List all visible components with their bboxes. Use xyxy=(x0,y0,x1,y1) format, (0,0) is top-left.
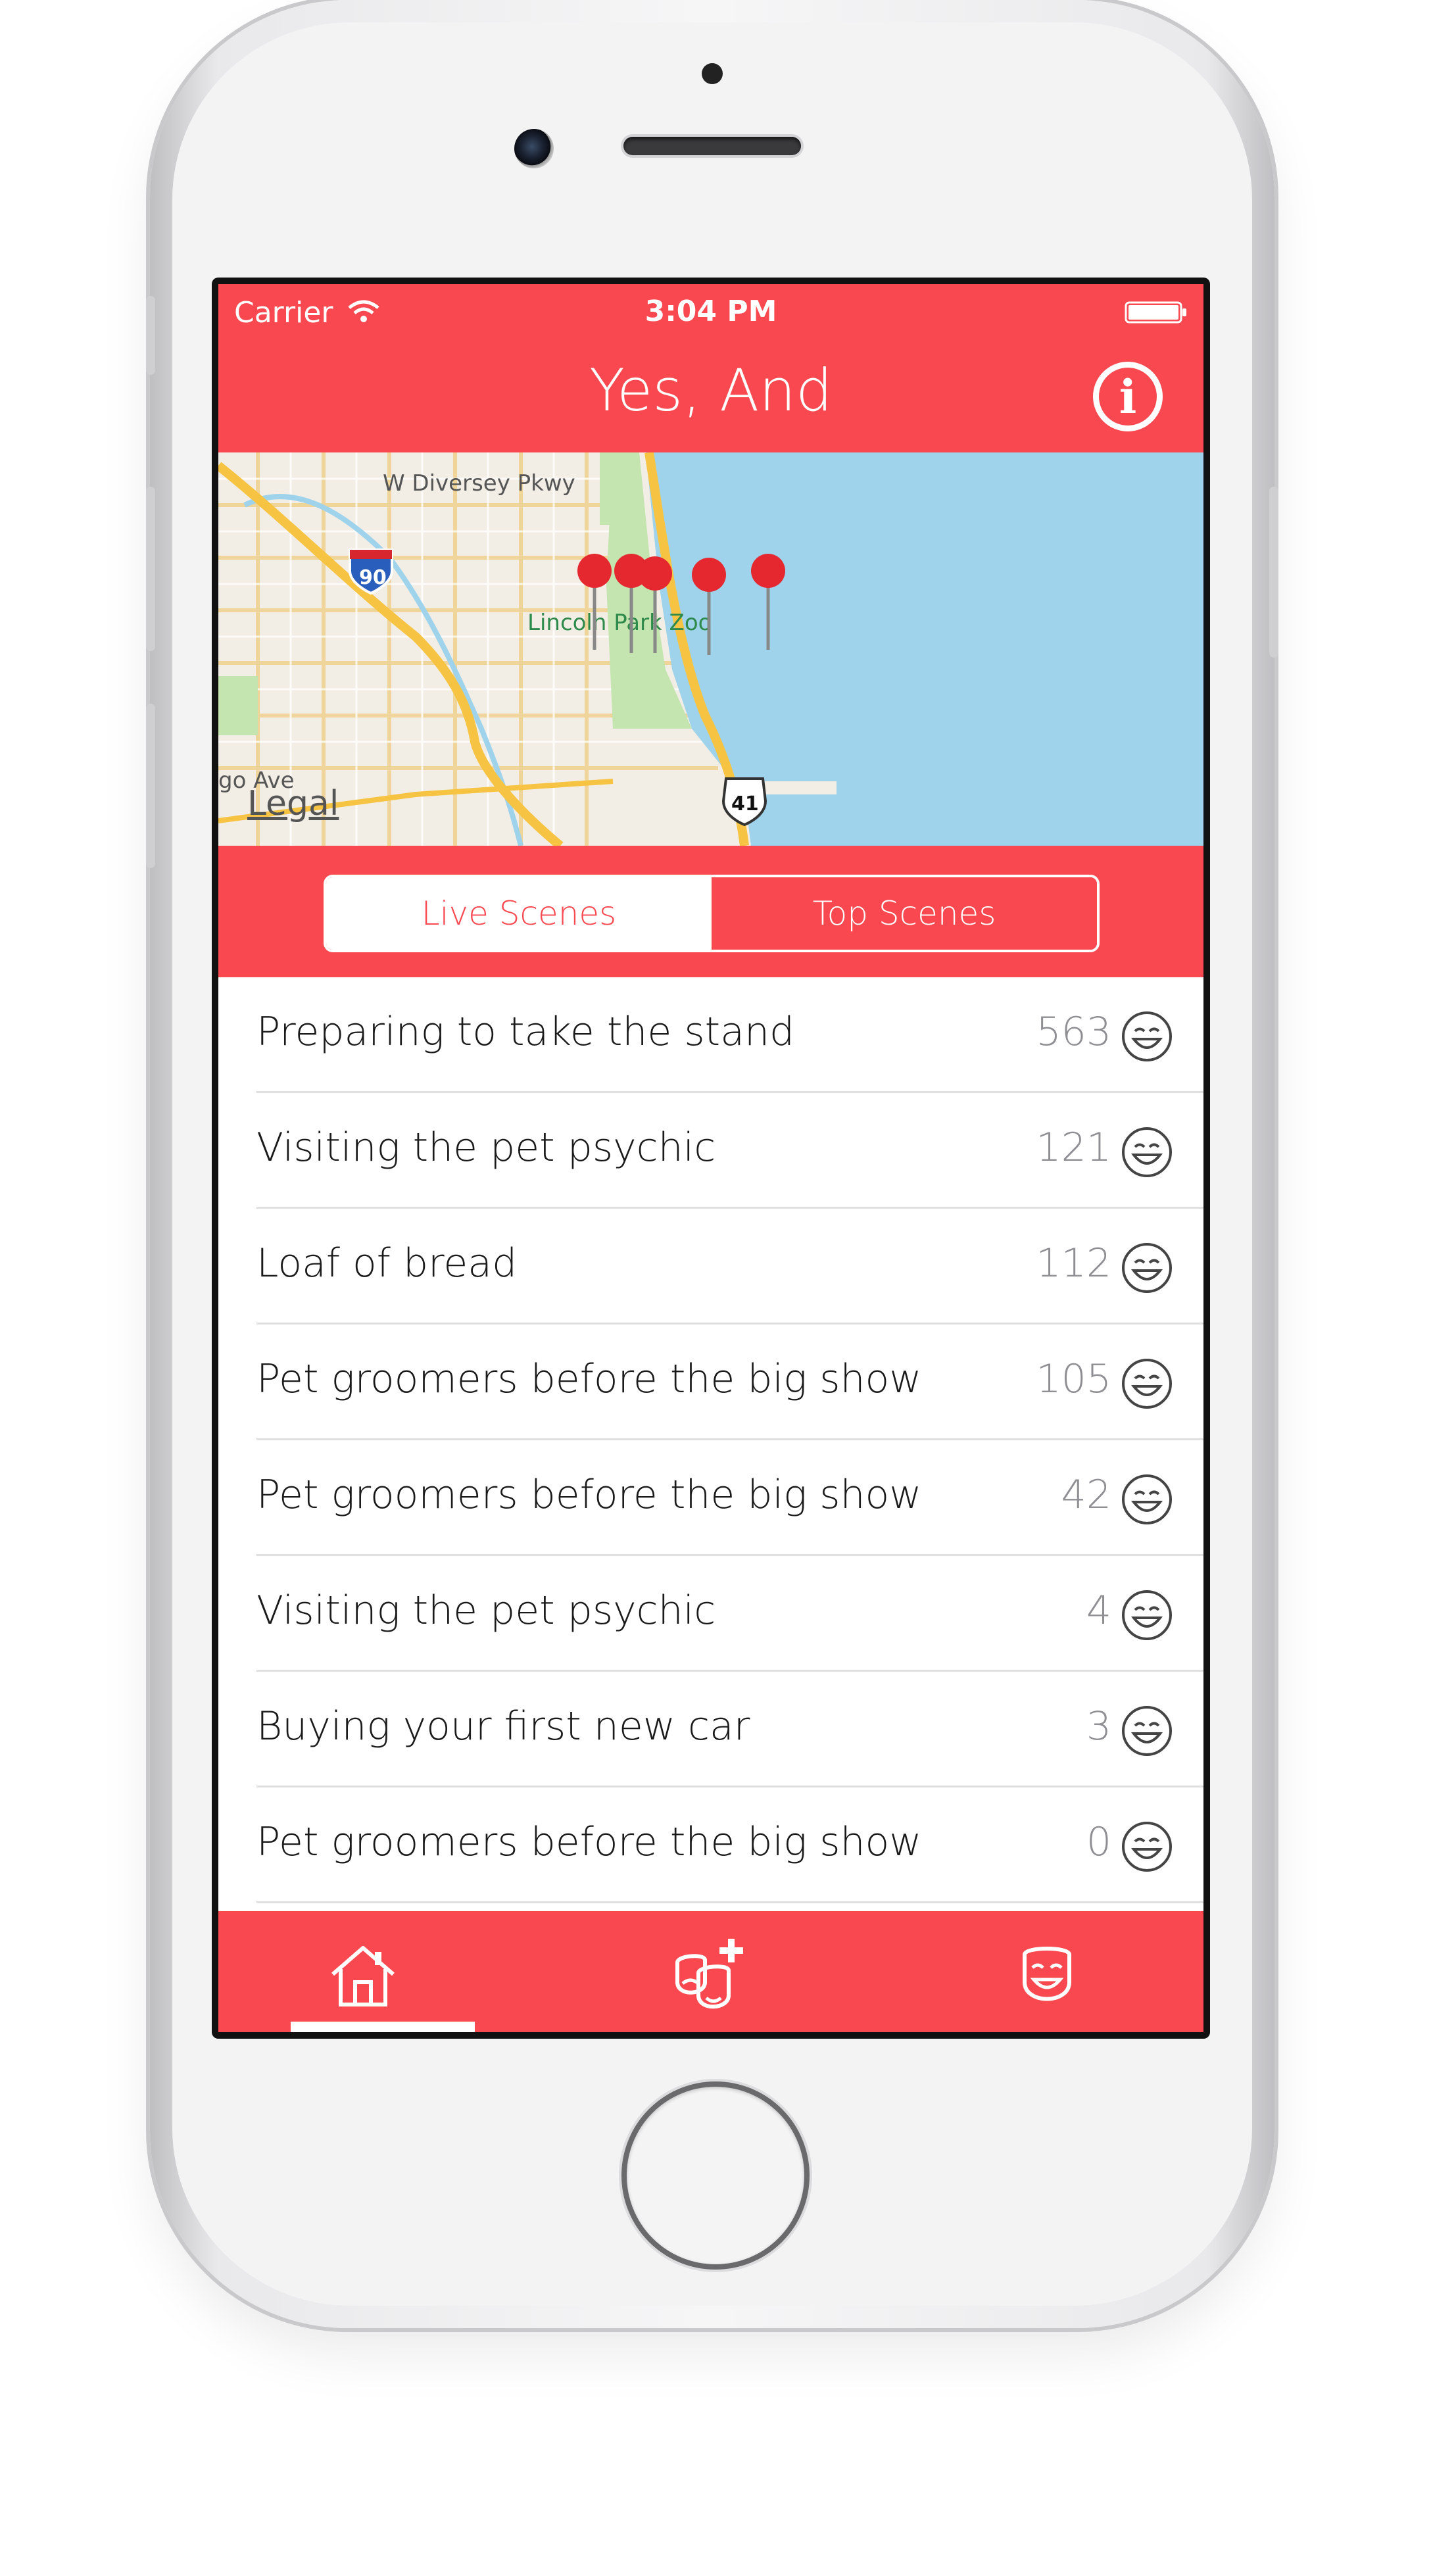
scene-title: Preparing to take the stand xyxy=(256,1009,795,1055)
scene-title: Pet groomers before the big show xyxy=(256,1472,922,1518)
map-view[interactable]: W Diversey Pkwy Lincoln Park Zoo go Ave … xyxy=(218,451,1203,850)
scene-row[interactable]: Preparing to take the stand 563 xyxy=(218,977,1203,1093)
laugh-count: 0 xyxy=(1086,1819,1111,1865)
home-button[interactable] xyxy=(621,2081,810,2270)
screen: Carrier 3:04 PM Yes, And i W Diversey Pk… xyxy=(212,278,1210,2039)
mute-switch xyxy=(146,296,155,375)
segment-top-scenes[interactable]: Top Scenes xyxy=(712,877,1097,950)
scene-list: Preparing to take the stand 563 Visiting t… xyxy=(218,977,1203,1911)
app-display: Carrier 3:04 PM Yes, And i W Diversey Pk… xyxy=(218,284,1203,2032)
power-button xyxy=(1269,487,1278,658)
tab-home[interactable] xyxy=(264,1911,475,2032)
laugh-smiley-icon[interactable] xyxy=(1119,1472,1175,1527)
scene-row[interactable]: Pet groomers before the big show 105 xyxy=(218,1325,1203,1440)
info-button[interactable]: i xyxy=(1093,362,1163,431)
page-title: Yes, And xyxy=(589,356,833,424)
status-time: 3:04 PM xyxy=(644,295,777,328)
laugh-count: 121 xyxy=(1036,1125,1111,1171)
laugh-smiley-icon[interactable] xyxy=(1119,1125,1175,1180)
tab-bar xyxy=(218,1911,1203,2032)
front-camera xyxy=(514,129,554,168)
scene-row[interactable]: Visiting the pet psychic 121 xyxy=(218,1093,1203,1209)
laugh-smiley-icon[interactable] xyxy=(1119,1009,1175,1064)
scene-title: Buying your first new car xyxy=(256,1703,750,1749)
mask-icon xyxy=(1023,1947,1071,2001)
laugh-count: 105 xyxy=(1036,1356,1111,1402)
map-label-street: W Diversey Pkwy xyxy=(383,470,575,497)
map-legal-link[interactable]: Legal xyxy=(247,784,339,823)
row-divider xyxy=(256,1901,1203,1903)
laugh-count: 4 xyxy=(1086,1588,1111,1634)
scene-title: Visiting the pet psychic xyxy=(256,1125,716,1171)
laugh-smiley-icon[interactable] xyxy=(1119,1588,1175,1643)
us-route-label: 41 xyxy=(731,792,759,815)
segment-live-scenes[interactable]: Live Scenes xyxy=(326,877,712,950)
earpiece-speaker xyxy=(623,137,801,155)
volume-down-button xyxy=(146,704,155,868)
scene-row[interactable]: Pet groomers before the big show 42 xyxy=(218,1440,1203,1556)
add-scene-masks-icon xyxy=(675,1939,743,2009)
tab-my-scenes[interactable] xyxy=(948,1911,1146,2032)
laugh-smiley-icon[interactable] xyxy=(1119,1240,1175,1296)
laugh-smiley-icon[interactable] xyxy=(1119,1356,1175,1411)
scene-title: Visiting the pet psychic xyxy=(256,1588,716,1634)
laugh-count: 563 xyxy=(1036,1009,1111,1055)
map-label-zoo: Lincoln Park Zoo xyxy=(527,610,712,636)
map-canvas: W Diversey Pkwy Lincoln Park Zoo go Ave … xyxy=(218,451,1203,850)
scene-row[interactable]: Visiting the pet psychic 4 xyxy=(218,1556,1203,1672)
home-icon xyxy=(331,1946,395,2006)
navigation-bar: Carrier 3:04 PM Yes, And i xyxy=(218,284,1203,452)
scene-title: Pet groomers before the big show xyxy=(256,1356,922,1402)
scene-title: Pet groomers before the big show xyxy=(256,1819,922,1865)
scene-row[interactable]: Loaf of bread 112 xyxy=(218,1209,1203,1325)
laugh-count: 3 xyxy=(1086,1703,1111,1749)
laugh-count: 112 xyxy=(1036,1240,1111,1286)
scene-title: Loaf of bread xyxy=(256,1240,518,1286)
scene-row[interactable]: Buying your first new car 3 xyxy=(218,1672,1203,1787)
battery-icon xyxy=(1125,301,1186,324)
scene-filter-bar: Live Scenes Top Scenes xyxy=(218,846,1203,977)
interstate-label: 90 xyxy=(359,566,387,589)
proximity-sensor xyxy=(702,63,723,84)
laugh-smiley-icon[interactable] xyxy=(1119,1819,1175,1874)
tab-selected-indicator xyxy=(291,2022,475,2032)
volume-up-button xyxy=(146,487,155,651)
laugh-smiley-icon[interactable] xyxy=(1119,1703,1175,1759)
laugh-count: 42 xyxy=(1061,1472,1111,1518)
scene-row[interactable]: Pet groomers before the big show 0 xyxy=(218,1787,1203,1903)
info-icon: i xyxy=(1119,369,1137,424)
scene-segmented-control: Live Scenes Top Scenes xyxy=(324,875,1100,952)
tab-add-scene[interactable] xyxy=(613,1911,810,2032)
